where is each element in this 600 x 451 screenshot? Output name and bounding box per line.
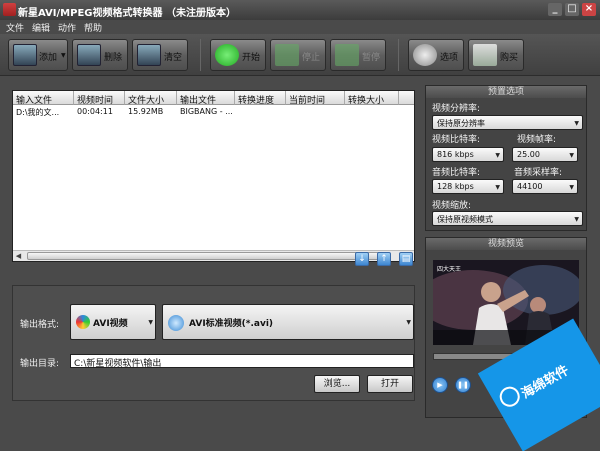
stop-button[interactable]: 停止 [270,39,326,71]
format-category-dropdown[interactable]: AVI视频 ▼ [70,304,156,340]
maximize-icon[interactable]: □ [565,3,579,16]
audio-bitrate-dropdown[interactable]: 128 kbps ▼ [432,179,504,194]
output-format-label: 输出格式: [20,320,60,330]
format-badge-icon [168,315,184,331]
toolbar: 添加 ▼ 删除 清空 开始 停止 暂停 选项 购买 [0,34,600,76]
column-header-converted-size[interactable]: 转换大小 [345,91,399,105]
scroll-thumb[interactable] [27,252,387,260]
app-logo-icon [3,3,16,16]
browse-button[interactable]: 浏览... [314,375,360,393]
table-cell[interactable]: D:\我的文... [13,106,74,118]
refresh-icon [215,44,239,66]
column-header-filler [399,91,414,105]
minimize-icon[interactable]: _ [548,3,562,16]
chevron-down-icon: ▼ [406,319,411,326]
options-button[interactable]: 选项 [408,39,464,71]
title-bar: 新星AVI/MPEG视频格式转换器 （未注册版本） _ □ × [0,0,600,20]
chevron-down-icon: ▼ [148,319,153,326]
video-bitrate-dropdown[interactable]: 816 kbps ▼ [432,147,504,162]
menu-edit[interactable]: 编辑 [32,21,50,34]
chevron-down-icon: ▼ [569,151,574,159]
audio-bitrate-label: 音频比特率: [432,168,481,178]
add-button[interactable]: 添加 ▼ [8,39,68,71]
delete-button[interactable]: 删除 [72,39,128,71]
framerate-label: 视频帧率: [517,135,557,145]
column-header-duration[interactable]: 视频时间 [74,91,125,105]
window-title: 新星AVI/MPEG视频格式转换器 （未注册版本） [18,8,236,19]
table-cell[interactable]: 00:04:11 [74,106,125,118]
add-film-icon [13,44,37,66]
presets-title: 预置选项 [426,86,586,98]
close-icon[interactable]: × [582,3,596,16]
scale-label: 视频缩放: [432,201,472,211]
samplerate-label: 音频采样率: [514,168,563,178]
column-header-input[interactable]: 输入文件 [13,91,74,105]
toolbar-separator [200,39,201,71]
resolution-dropdown[interactable]: 保持原分辨率 ▼ [432,115,583,130]
avi-format-icon [76,315,90,329]
table-cell[interactable]: BIGBANG - ... [177,106,235,118]
preview-title: 视频预览 [426,238,586,250]
output-dir-input[interactable]: C:\新星视频软件\输出 [70,354,414,369]
file-list[interactable]: 输入文件 视频时间 文件大小 输出文件 转换进度 当前时间 转换大小 D:\我的… [12,90,415,262]
column-header-progress[interactable]: 转换进度 [235,91,286,105]
output-dir-label: 输出目录: [20,359,60,369]
move-up-icon[interactable]: ↑ [377,252,391,266]
chevron-down-icon: ▼ [569,183,574,191]
file-info-icon[interactable]: ▤ [399,252,413,266]
column-header-output[interactable]: 输出文件 [177,91,235,105]
pause-button[interactable]: 暂停 [330,39,386,71]
buy-button[interactable]: 购买 [468,39,524,71]
watermark-text: 海绵软件 [519,362,572,402]
chevron-down-icon: ▼ [61,52,66,59]
menu-help[interactable]: 帮助 [84,21,102,34]
chevron-down-icon: ▼ [495,183,500,191]
column-header-current-time[interactable]: 当前时间 [286,91,345,105]
resolution-label: 视频分辨率: [432,104,481,114]
horizontal-scrollbar[interactable]: ◀ ▶ [13,250,414,261]
start-button[interactable]: 开始 [210,39,266,71]
menu-bar: 文件 编辑 动作 帮助 [0,20,600,34]
menu-file[interactable]: 文件 [6,21,24,34]
clear-button[interactable]: 清空 [132,39,188,71]
open-button[interactable]: 打开 [367,375,413,393]
cart-icon [473,44,497,66]
clear-film-icon [137,44,161,66]
move-down-icon[interactable]: ↓ [355,252,369,266]
table-cell[interactable]: 15.92MB [125,106,177,118]
framerate-dropdown[interactable]: 25.00 ▼ [512,147,578,162]
samplerate-dropdown[interactable]: 44100 ▼ [512,179,578,194]
scroll-left-icon[interactable]: ◀ [13,251,24,261]
column-header-size[interactable]: 文件大小 [125,91,177,105]
toolbar-separator [398,39,399,71]
stop-icon [275,44,299,66]
chevron-down-icon: ▼ [574,215,579,223]
scale-dropdown[interactable]: 保持原视频模式 ▼ [432,211,583,226]
video-overlay-text: 四大天王 [437,266,462,273]
pause-icon[interactable]: ❚❚ [455,377,471,393]
play-icon[interactable]: ▶ [432,377,448,393]
delete-film-icon [77,44,101,66]
video-bitrate-label: 视频比特率: [432,135,481,145]
chevron-down-icon: ▼ [495,151,500,159]
gear-icon [413,44,437,66]
format-dropdown[interactable]: AVI标准视频(*.avi) ▼ [162,304,414,340]
menu-action[interactable]: 动作 [58,21,76,34]
pause-icon [335,44,359,66]
chevron-down-icon: ▼ [574,119,579,127]
